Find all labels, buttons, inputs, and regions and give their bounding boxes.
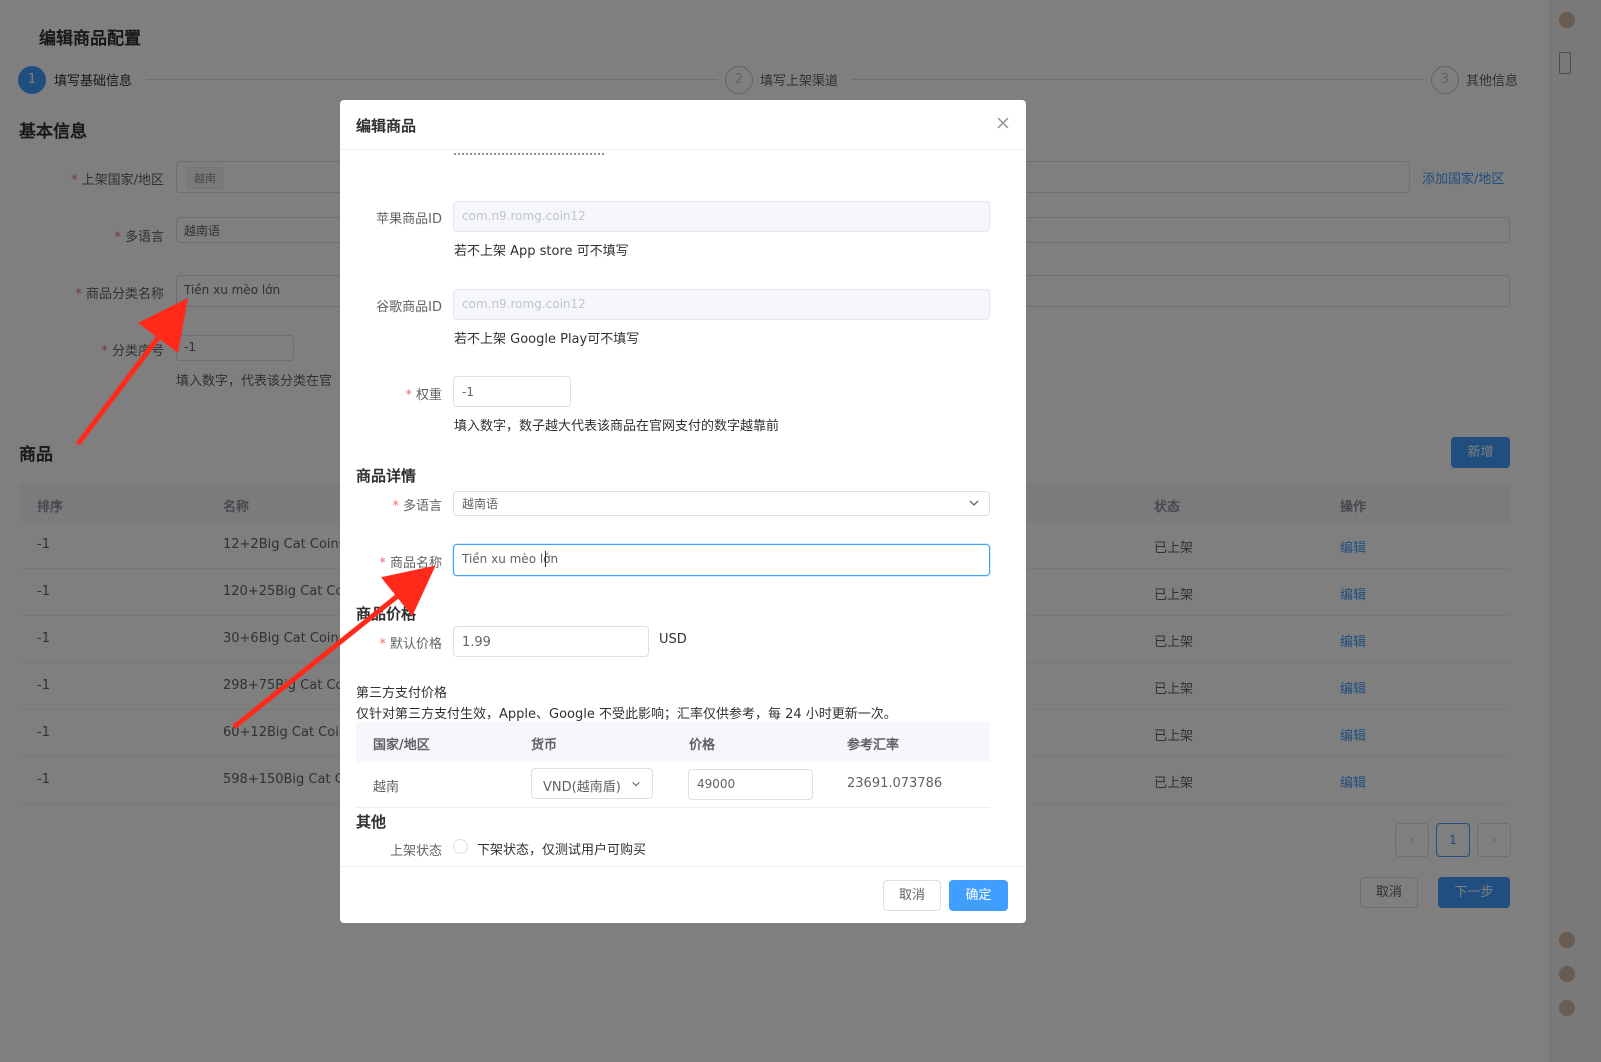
other-section: 其他 bbox=[356, 813, 387, 831]
apple-id-label: 苹果商品ID bbox=[376, 212, 442, 227]
detail-language-value: 越南语 bbox=[462, 497, 499, 511]
apple-id-placeholder: com.n9.romg.coin12 bbox=[462, 209, 586, 223]
third-party-price-title: 第三方支付价格 bbox=[356, 686, 448, 701]
default-price-label: * 默认价格 bbox=[379, 637, 442, 652]
weight-label: * 权重 bbox=[405, 388, 442, 403]
pay-header-country: 国家/地区 bbox=[373, 738, 430, 753]
status-radio[interactable] bbox=[453, 839, 468, 854]
product-name-value: Tiền xu mèo lớn bbox=[462, 552, 559, 566]
pay-row-country: 越南 bbox=[373, 780, 400, 795]
chevron-down-icon bbox=[631, 778, 641, 793]
third-party-price-note: 仅针对第三方支付生效，Apple、Google 不受此影响；汇率仅供参考，每 2… bbox=[356, 707, 897, 722]
clipped-text-line bbox=[454, 151, 604, 155]
chevron-down-icon bbox=[968, 497, 980, 513]
pay-header-price: 价格 bbox=[689, 738, 716, 753]
detail-language-label: * 多语言 bbox=[392, 499, 442, 514]
status-radio-label: 下架状态，仅测试用户可购买 bbox=[477, 843, 647, 858]
pay-rate-value: 23691.073786 bbox=[847, 776, 943, 791]
status-label: 上架状态 bbox=[389, 844, 442, 859]
dialog-title: 编辑商品 bbox=[356, 117, 417, 135]
dialog-footer: 取消 确定 bbox=[340, 866, 1026, 923]
apple-id-help: 若不上架 App store 可不填写 bbox=[454, 244, 629, 259]
close-icon[interactable] bbox=[994, 114, 1012, 132]
pay-header-currency: 货币 bbox=[531, 738, 558, 753]
google-id-help: 若不上架 Google Play可不填写 bbox=[454, 332, 640, 347]
product-detail-section: 商品详情 bbox=[356, 467, 417, 485]
default-price-value: 1.99 bbox=[462, 635, 491, 650]
pay-currency-value: VND(越南盾) bbox=[543, 780, 621, 795]
weight-value: -1 bbox=[462, 385, 474, 399]
dialog-confirm-button[interactable]: 确定 bbox=[949, 880, 1008, 911]
product-name-label: * 商品名称 bbox=[379, 556, 442, 571]
dialog-cancel-button[interactable]: 取消 bbox=[883, 880, 941, 911]
pay-header-rate: 参考汇率 bbox=[847, 738, 900, 753]
google-id-placeholder: com.n9.romg.coin12 bbox=[462, 297, 586, 311]
detail-language-select[interactable] bbox=[453, 491, 990, 516]
dialog-header: 编辑商品 bbox=[340, 100, 1026, 150]
google-id-label: 谷歌商品ID bbox=[376, 300, 442, 315]
text-caret bbox=[545, 551, 546, 567]
edit-product-dialog: 编辑商品 苹果商品ID com.n9.romg.coin12 若不上架 App … bbox=[340, 100, 1026, 923]
product-price-section: 商品价格 bbox=[356, 605, 417, 623]
pay-price-value: 49000 bbox=[697, 777, 736, 791]
weight-help: 填入数字，数子越大代表该商品在官网支付的数字越靠前 bbox=[454, 419, 780, 434]
currency-unit: USD bbox=[659, 632, 687, 647]
dialog-body[interactable]: 苹果商品ID com.n9.romg.coin12 若不上架 App store… bbox=[340, 151, 1026, 866]
